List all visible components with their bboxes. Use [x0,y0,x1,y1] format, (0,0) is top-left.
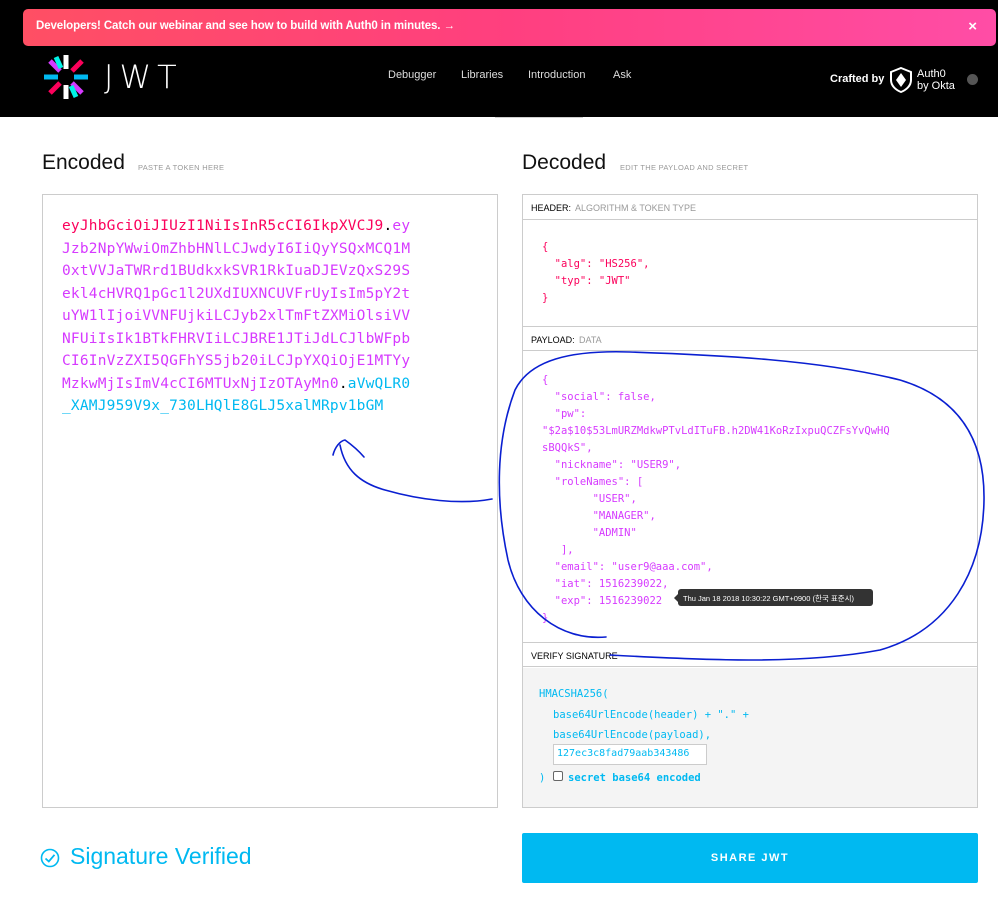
encoded-subtitle: PASTE A TOKEN HERE [138,163,225,172]
help-icon[interactable] [967,74,978,85]
secret-input[interactable]: 127ec3c8fad79aab343486 [553,744,707,765]
token-text[interactable]: eyJhbGciOiJIUzI1NiIsInR5cCI6IkpXVCJ9.ey … [62,215,482,418]
encoded-token-editor[interactable]: eyJhbGciOiJIUzI1NiIsInR5cCI6IkpXVCJ9.ey … [42,194,498,808]
secret-base64-checkbox[interactable] [553,771,563,781]
nav-ask[interactable]: Ask [613,69,631,81]
active-tab-indicator [495,117,583,118]
encoded-title: Encoded [42,151,125,174]
promo-banner[interactable]: Developers! Catch our webinar and see ho… [23,9,996,46]
top-bar: Developers! Catch our webinar and see ho… [0,0,998,117]
banner-text[interactable]: Developers! Catch our webinar and see ho… [36,20,455,32]
decoded-subtitle: EDIT THE PAYLOAD AND SECRET [620,163,749,172]
header-section-head: HEADER: ALGORITHM & TOKEN TYPE [523,195,977,220]
auth0-by-okta[interactable]: Auth0 by Okta [917,68,955,92]
nav-introduction[interactable]: Introduction [528,69,585,81]
header-json-editor[interactable]: { "alg": "HS256", "typ": "JWT" } [542,239,649,307]
close-icon[interactable]: × [968,18,977,35]
decoded-title: Decoded [522,151,607,174]
signature-verified-label: Signature Verified [70,843,252,869]
share-jwt-button[interactable]: SHARE JWT [522,833,978,883]
secret-base64-label[interactable]: secret base64 encoded [568,772,701,784]
jwt-logo-icon[interactable] [42,53,90,101]
payload-section-head: PAYLOAD: DATA [523,326,977,351]
decoded-panel: HEADER: ALGORITHM & TOKEN TYPE { "alg": … [522,194,978,808]
auth0-logo-icon[interactable] [889,67,913,93]
nav-libraries[interactable]: Libraries [461,69,503,81]
check-circle-icon [40,848,60,868]
jwt-wordmark[interactable]: JWT [104,58,183,96]
arrow-right-icon: → [443,20,456,32]
nav-debugger[interactable]: Debugger [388,69,436,81]
verify-section-head: VERIFY SIGNATURE [523,642,977,667]
verify-signature-body: HMACSHA256( base64UrlEncode(header) + ".… [523,668,977,807]
crafted-by-label: Crafted by [830,73,885,85]
exp-date-tooltip: Thu Jan 18 2018 10:30:22 GMT+0900 (한국 표준… [674,589,873,606]
